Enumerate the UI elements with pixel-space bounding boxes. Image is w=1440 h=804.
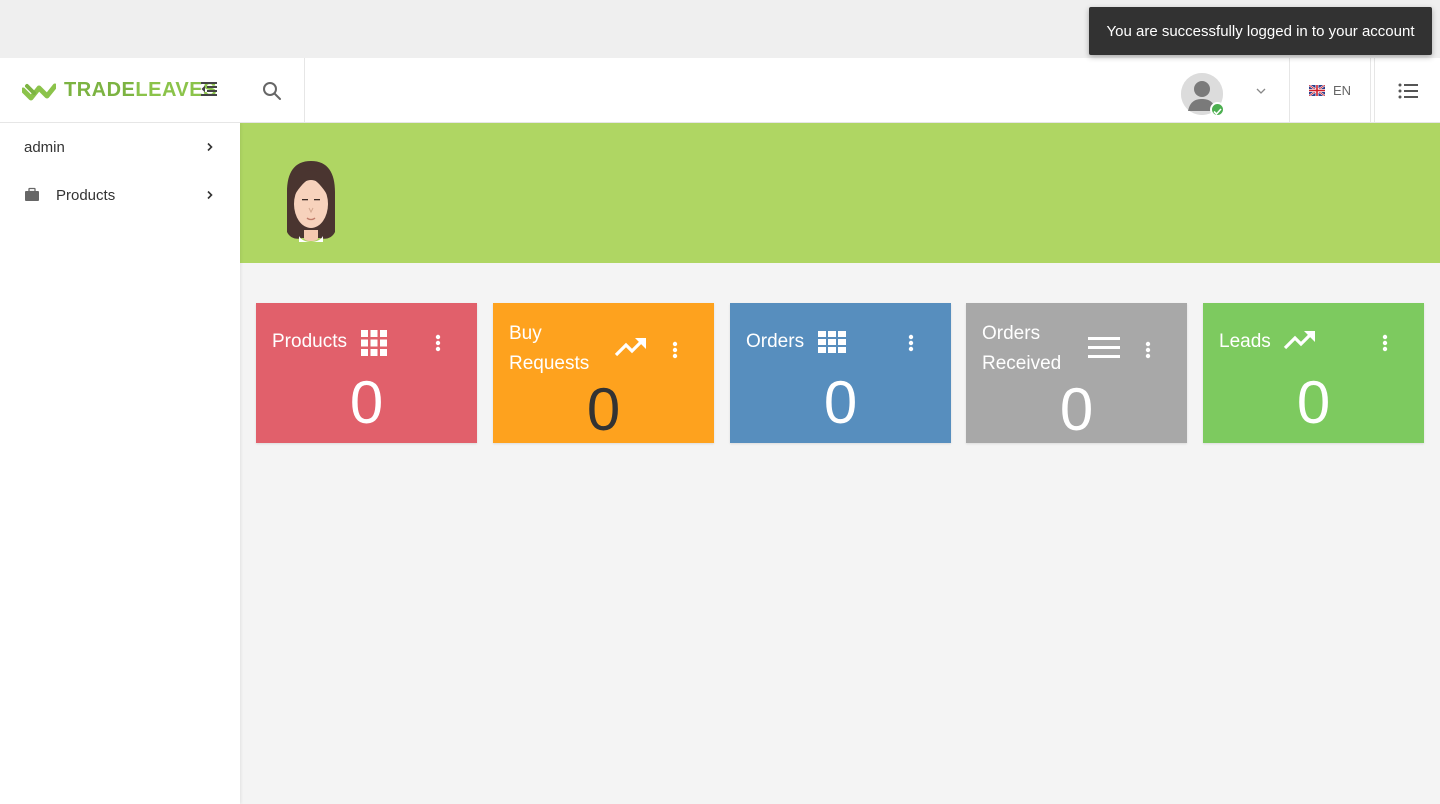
chevron-right-icon xyxy=(207,142,213,152)
sidebar-item-label: Products xyxy=(56,186,116,204)
check-icon xyxy=(1213,108,1222,116)
card-value: 0 xyxy=(823,369,858,436)
buy-requests-stat-card[interactable]: Buy Requests 0 xyxy=(493,303,714,443)
orders-stat-card[interactable]: Orders 0 xyxy=(730,303,951,443)
sidebar: admin Products xyxy=(0,123,240,804)
toast-message: You are successfully logged in to your a… xyxy=(1106,22,1415,40)
brand-name: TRADELEAVES xyxy=(64,79,217,102)
profile-banner xyxy=(240,123,1440,263)
uk-flag-icon xyxy=(1308,85,1325,96)
sidebar-item-admin[interactable]: admin xyxy=(0,123,240,171)
more-vertical-icon[interactable] xyxy=(428,331,448,355)
card-title-line2: Received xyxy=(982,353,1062,374)
grid-icon xyxy=(361,330,387,356)
profile-avatar-icon xyxy=(287,161,335,242)
sidebar-item-label: admin xyxy=(24,138,65,156)
list-icon xyxy=(1088,337,1120,358)
user-avatar[interactable] xyxy=(1181,73,1225,117)
main-content: Products 0 Buy Requests 0 Orders 0 Order… xyxy=(240,123,1440,804)
trending-up-icon xyxy=(1283,330,1315,350)
brand-logo-icon xyxy=(22,83,56,100)
quick-menu-button[interactable] xyxy=(1374,58,1440,123)
leads-stat-card[interactable]: Leads 0 xyxy=(1203,303,1424,443)
search-icon xyxy=(263,81,281,100)
list-menu-icon xyxy=(1398,83,1418,98)
products-stat-card[interactable]: Products 0 xyxy=(256,303,477,443)
briefcase-icon xyxy=(25,187,39,201)
card-title-line1: Buy xyxy=(509,323,542,344)
card-title: Leads xyxy=(1219,331,1271,352)
card-title-line2: Requests xyxy=(509,353,590,374)
language-code: EN xyxy=(1332,83,1352,98)
more-vertical-icon[interactable] xyxy=(1138,338,1158,362)
login-toast: You are successfully logged in to your a… xyxy=(1089,7,1432,55)
card-value: 0 xyxy=(1296,369,1331,436)
card-title-line1: Orders xyxy=(982,323,1041,344)
table-icon xyxy=(818,331,846,353)
more-vertical-icon[interactable] xyxy=(665,338,685,362)
chevron-right-icon xyxy=(207,190,213,200)
card-value: 0 xyxy=(586,376,621,443)
top-header: TRADELEAVES EN xyxy=(0,58,1440,123)
sidebar-collapse-icon[interactable] xyxy=(200,80,218,98)
brand-name-part1: TRADE xyxy=(64,79,136,101)
online-status-badge xyxy=(1210,102,1225,117)
chevron-down-icon[interactable] xyxy=(1253,83,1269,99)
orders-received-stat-card[interactable]: Orders Received 0 xyxy=(966,303,1187,443)
card-value: 0 xyxy=(1059,376,1094,443)
language-selector[interactable]: EN xyxy=(1289,58,1371,123)
trending-up-icon xyxy=(614,337,646,357)
search-button[interactable] xyxy=(240,58,305,123)
more-vertical-icon[interactable] xyxy=(901,331,921,355)
card-title: Orders xyxy=(746,331,805,352)
sidebar-item-products[interactable]: Products xyxy=(0,171,240,219)
card-value: 0 xyxy=(349,369,384,436)
card-title: Products xyxy=(272,331,347,352)
more-vertical-icon[interactable] xyxy=(1375,331,1395,355)
